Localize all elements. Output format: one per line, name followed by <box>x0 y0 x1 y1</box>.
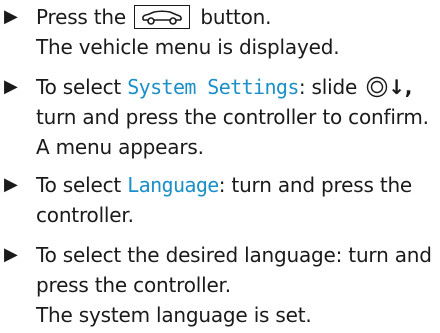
step-2-pre: To select <box>36 75 128 99</box>
system-settings-label: System Settings <box>127 75 299 99</box>
step-3-line-2: controller. <box>36 203 134 227</box>
controller-icon <box>367 76 388 98</box>
step-3-line-1: To select Language: turn and press the <box>36 170 412 200</box>
instruction-page: ▶ Press the button. The vehicle menu is … <box>0 0 440 333</box>
step-3-pre: To select <box>36 173 128 197</box>
step-1-line-2: The vehicle menu is displayed. <box>36 35 340 59</box>
step-4-line-2: press the controller. <box>36 273 231 297</box>
car-icon <box>142 10 183 25</box>
vehicle-button <box>134 5 191 29</box>
bullet-icon: ▶ <box>4 174 18 195</box>
step-4-line-3: The system language is set. <box>36 303 312 327</box>
bullet-icon: ▶ <box>4 76 18 97</box>
step-2-line-3: A menu appears. <box>36 135 204 159</box>
step-1-post: button. <box>200 5 272 29</box>
bullet-icon: ▶ <box>4 244 18 265</box>
step-2-line-2: turn and press the controller to confirm… <box>36 105 429 129</box>
step-1-line-1: Press the button. <box>36 2 272 32</box>
language-label: Language <box>127 173 219 197</box>
step-1-pre: Press the <box>36 5 127 29</box>
step-2-line-1: To select System Settings: slide ↓, <box>36 72 412 102</box>
step-2-post: : slide <box>298 75 358 99</box>
bullet-icon: ▶ <box>4 6 18 27</box>
step-4-line-1: To select the desired language: turn and <box>36 243 432 267</box>
step-3-post: : turn and press the <box>218 173 413 197</box>
slide-down-arrow: ↓, <box>388 75 413 99</box>
